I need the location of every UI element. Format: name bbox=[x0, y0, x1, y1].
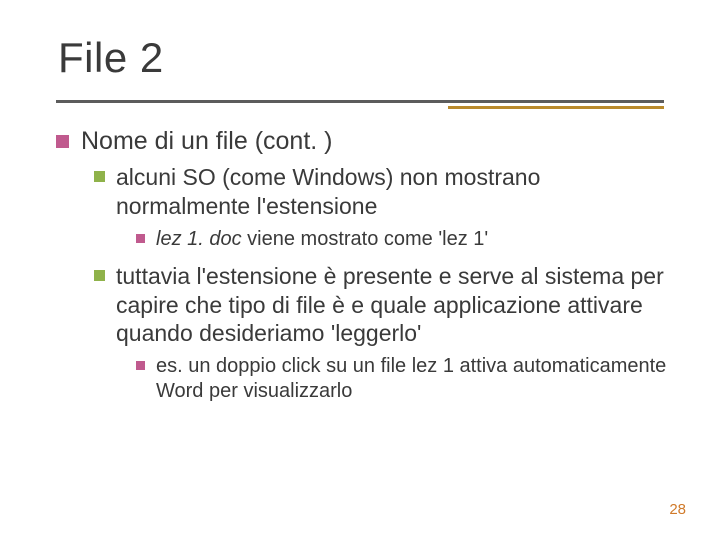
square-bullet-icon bbox=[136, 234, 145, 243]
square-bullet-icon bbox=[136, 361, 145, 370]
square-bullet-icon bbox=[94, 270, 105, 281]
bullet-level2: alcuni SO (come Windows) non mostrano no… bbox=[94, 163, 672, 221]
square-bullet-icon bbox=[56, 135, 69, 148]
bullet-level2: tuttavia l'estensione è presente e serve… bbox=[94, 262, 672, 348]
level3-text: lez 1. doc viene mostrato come 'lez 1' bbox=[156, 227, 488, 252]
level3-text: es. un doppio click su un file lez 1 att… bbox=[156, 354, 672, 404]
bullet-level3: es. un doppio click su un file lez 1 att… bbox=[136, 354, 672, 404]
italic-filename: lez 1. doc bbox=[156, 228, 242, 250]
bullet-level1: Nome di un file (cont. ) bbox=[56, 126, 672, 157]
level2-text: tuttavia l'estensione è presente e serve… bbox=[116, 262, 672, 348]
slide: File 2 Nome di un file (cont. ) alcuni S… bbox=[0, 0, 720, 540]
title-underline bbox=[56, 100, 664, 103]
slide-title: File 2 bbox=[58, 34, 164, 82]
page-number: 28 bbox=[669, 501, 686, 518]
slide-body: Nome di un file (cont. ) alcuni SO (come… bbox=[56, 126, 672, 414]
square-bullet-icon bbox=[94, 171, 105, 182]
example-rest: viene mostrato come 'lez 1' bbox=[242, 228, 489, 250]
level2-text: alcuni SO (come Windows) non mostrano no… bbox=[116, 163, 672, 221]
title-accent-line bbox=[448, 106, 664, 109]
level1-text: Nome di un file (cont. ) bbox=[81, 126, 333, 157]
bullet-level3: lez 1. doc viene mostrato come 'lez 1' bbox=[136, 227, 672, 252]
